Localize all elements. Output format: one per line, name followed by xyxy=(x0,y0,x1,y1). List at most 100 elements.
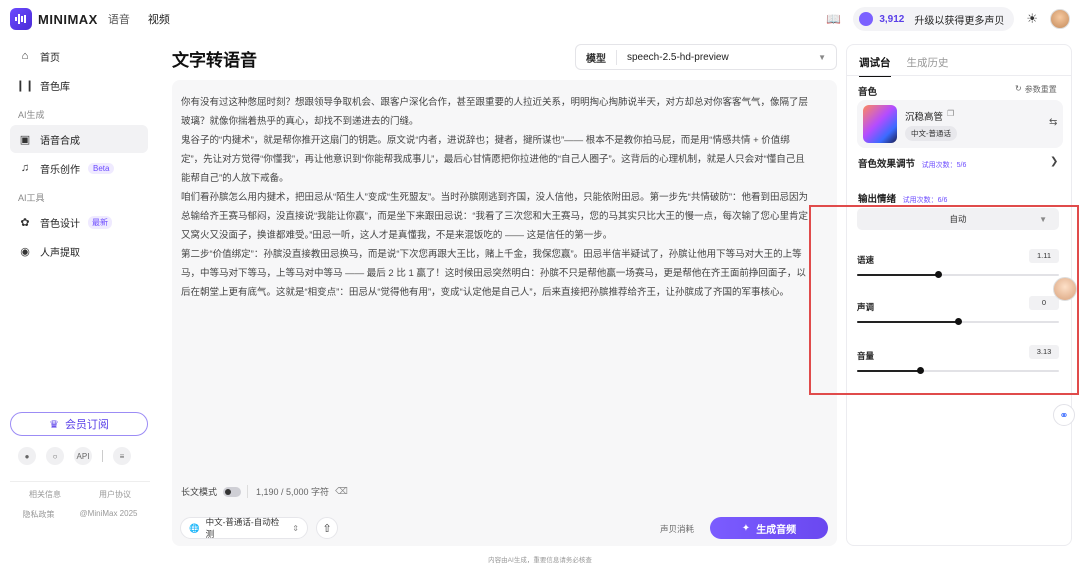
home-icon: ⌂ xyxy=(21,50,29,62)
long-mode-toggle[interactable] xyxy=(223,486,242,497)
member-label: 会员订阅 xyxy=(64,419,109,431)
member-subscribe-button[interactable]: ♛ 会员订阅 xyxy=(10,412,148,436)
sidebar-item-label: 首页 xyxy=(40,52,60,64)
voice-card[interactable]: 沉稳高管 ❐ 中文-普通话 ⇆ xyxy=(857,100,1063,148)
chevron-down-icon: ▼ xyxy=(818,52,826,62)
sidebar-item-label: 人声提取 xyxy=(40,247,80,259)
paragraph: 你有没有过这种憋屈时刻？想跟领导争取机会、跟客户深化合作，甚至跟重要的人拉近关系… xyxy=(181,97,809,127)
section-ai-gen: AI生成 xyxy=(18,110,45,120)
sidebar-item-label: 音乐创作 xyxy=(40,164,80,176)
voice-design-icon: ✿ xyxy=(20,216,30,229)
top-bar: MINIMAX 语音 视频 📖 3,912 升级以获得更多声贝 ☀ xyxy=(0,0,1080,38)
crown-icon: ♛ xyxy=(49,418,59,431)
tab-history[interactable]: 生成历史 xyxy=(907,55,949,77)
cost-label: 声贝消耗 xyxy=(660,524,695,534)
generate-label: 生成音频 xyxy=(756,524,797,536)
discord-icon[interactable]: ● xyxy=(18,447,36,465)
nav-video[interactable]: 视频 xyxy=(148,11,170,27)
logo[interactable]: MINIMAX 语音 xyxy=(10,8,130,30)
model-value: speech-2.5-hd-preview xyxy=(627,51,729,63)
user-avatar[interactable] xyxy=(1050,9,1070,29)
voice-label: 音色 xyxy=(858,87,878,98)
privacy-link[interactable]: 隐私政策 xyxy=(23,509,55,520)
effect-trial: 试用次数：5/6 xyxy=(921,162,967,169)
divider xyxy=(847,75,1071,76)
brand-name: MINIMAX xyxy=(38,11,98,27)
sidebar-item-music[interactable]: ♫ 音乐创作 Beta xyxy=(10,154,148,182)
effect-label-row[interactable]: 音色效果调节 试用次数：5/6 xyxy=(858,156,966,170)
sidebar-item-label: 语音合成 xyxy=(40,135,80,147)
paragraph: 第二步“价值绑定”：孙膑没直接教田忌换马，而是说“下次您再跟大王比，赌上千金，我… xyxy=(181,249,806,298)
footer-links: 相关信息 用户协议 隐私政策 @MiniMax 2025 xyxy=(10,481,150,527)
generate-audio-button[interactable]: ✦ 生成音频 xyxy=(710,517,828,539)
social-row: ● ○ API ≡ xyxy=(18,447,131,465)
globe-icon: 🌐 xyxy=(189,522,200,533)
docs-icon[interactable]: ≡ xyxy=(113,447,131,465)
brand-sub: 语音 xyxy=(107,14,130,26)
editor-content[interactable]: 你有没有过这种憋屈时刻？想跟领导争取机会、跟客户深化合作，甚至跟重要的人拉近关系… xyxy=(181,93,811,302)
ai-disclaimer: 内容由AI生成，重要信息请务必核查 xyxy=(488,557,592,564)
new-badge: 最新 xyxy=(88,215,112,229)
related-link[interactable]: 相关信息 xyxy=(29,489,61,500)
updown-icon: ⇕ xyxy=(292,523,299,533)
agreement-link[interactable]: 用户协议 xyxy=(99,489,131,500)
book-icon[interactable]: 📖 xyxy=(826,12,841,26)
divider xyxy=(102,450,103,462)
reset-label: 参数重置 xyxy=(1024,85,1057,94)
effect-label: 音色效果调节 xyxy=(858,159,916,170)
language-value: 中文-普通话-自动检测 xyxy=(205,517,280,539)
emotion-label: 输出情绪 xyxy=(858,194,897,205)
api-link[interactable]: API xyxy=(74,447,92,465)
clear-icon[interactable]: ⌫ xyxy=(335,486,348,497)
logo-icon xyxy=(10,8,32,30)
beta-badge: Beta xyxy=(88,162,115,174)
credit-icon xyxy=(859,12,874,26)
credit-count: 3,912 xyxy=(879,13,905,25)
long-mode-row: 长文模式 1,190 / 5,000 字符 ⌫ xyxy=(181,485,348,498)
language-select[interactable]: 🌐 中文-普通话-自动检测 ⇕ xyxy=(180,517,308,539)
model-select[interactable]: 模型 speech-2.5-hd-preview ▼ xyxy=(575,44,837,70)
emotion-trial: 试用次数：6/6 xyxy=(902,197,948,204)
char-count: 1,190 / 5,000 字符 xyxy=(247,485,329,498)
credits-pill[interactable]: 3,912 升级以获得更多声贝 xyxy=(853,7,1015,31)
tab-console[interactable]: 调试台 xyxy=(859,55,891,77)
reset-icon: ↻ xyxy=(1015,84,1022,93)
copy-icon[interactable]: ❐ xyxy=(947,109,954,123)
vocal-extract-icon: ◉ xyxy=(20,245,30,258)
upload-button[interactable]: ⇧ xyxy=(316,517,338,539)
voice-thumbnail xyxy=(863,105,897,143)
sidebar-item-label: 音色库 xyxy=(40,81,70,93)
emotion-label-row: 输出情绪 试用次数：6/6 xyxy=(858,191,947,205)
sidebar-item-vocal-extract[interactable]: ◉ 人声提取 xyxy=(10,237,148,265)
panel-tabs: 调试台 生成历史 xyxy=(859,55,949,77)
text-editor[interactable]: 你有没有过这种憋屈时刻？想跟领导争取机会、跟客户深化合作，甚至跟重要的人拉近关系… xyxy=(172,80,837,546)
upload-icon: ⇧ xyxy=(322,522,332,535)
voice-name: 沉稳高管 xyxy=(905,112,944,123)
voice-name-row: 沉稳高管 ❐ xyxy=(905,109,954,123)
long-mode-label: 长文模式 xyxy=(181,487,218,497)
sidebar-item-label: 音色设计 xyxy=(40,218,80,230)
sidebar-item-voice-library[interactable]: ❙❙ 音色库 xyxy=(10,71,148,99)
reset-button[interactable]: ↻ 参数重置 xyxy=(1015,84,1057,95)
sidebar-item-home[interactable]: ⌂ 首页 xyxy=(10,42,148,70)
theme-toggle-icon[interactable]: ☀ xyxy=(1026,11,1038,27)
library-icon: ❙❙ xyxy=(15,79,35,92)
assistant-avatar[interactable] xyxy=(1053,277,1077,301)
chevron-right-icon[interactable]: ❯ xyxy=(1050,156,1058,167)
upgrade-link[interactable]: 升级以获得更多声贝 xyxy=(914,12,1004,27)
page-title: 文字转语音 xyxy=(172,51,257,70)
tts-icon: ▣ xyxy=(19,133,31,146)
paragraph: 鬼谷子的“内揵术”，就是帮你推开这扇门的钥匙。原文说“内者，进说辞也；揵者，揵所… xyxy=(181,135,805,184)
voice-tag: 中文-普通话 xyxy=(905,126,957,141)
swap-icon[interactable]: ⇆ xyxy=(1049,117,1057,128)
sidebar-item-voice-design[interactable]: ✿ 音色设计 最新 xyxy=(10,208,148,236)
sparkle-icon: ✦ xyxy=(741,522,751,534)
model-label: 模型 xyxy=(586,49,617,65)
copyright: @MiniMax 2025 xyxy=(79,509,138,518)
wechat-icon[interactable]: ○ xyxy=(46,447,64,465)
paragraph: 咱们看孙膑怎么用内揵术，把田忌从“陌生人”变成“生死盟友”。当时孙膑刚逃到齐国，… xyxy=(181,192,808,241)
section-ai-tools: AI工具 xyxy=(18,193,45,203)
help-icon[interactable]: ⚭ xyxy=(1053,404,1075,426)
sidebar-item-tts[interactable]: ▣ 语音合成 xyxy=(10,125,148,153)
music-icon: ♫ xyxy=(20,162,30,174)
